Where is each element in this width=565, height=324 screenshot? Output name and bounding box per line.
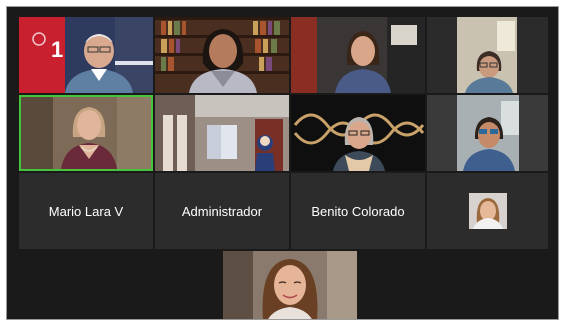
svg-text:1: 1 xyxy=(51,37,63,62)
participant-video-tile-active-speaker[interactable] xyxy=(19,95,153,171)
participant-video-tile[interactable]: 1 xyxy=(19,17,153,93)
participant-name-tile[interactable]: Mario Lara V xyxy=(19,173,153,249)
participant-name: Benito Colorado xyxy=(311,203,405,219)
participant-video-tile[interactable] xyxy=(155,17,289,93)
participant-avatar xyxy=(468,193,507,229)
participant-video-tile[interactable] xyxy=(291,17,425,93)
participant-name-tile[interactable]: Administrador xyxy=(155,173,289,249)
participant-video-tile[interactable] xyxy=(427,17,548,93)
participant-video-tile[interactable] xyxy=(155,95,289,171)
participant-name: Mario Lara V xyxy=(48,203,124,219)
meeting-gallery-window: 1 Mario Lara V Administrador Benito Colo… xyxy=(6,6,559,320)
participant-name-tile[interactable]: Benito Colorado xyxy=(291,173,425,249)
participant-video-tile[interactable] xyxy=(427,95,548,171)
participant-avatar-tile[interactable] xyxy=(427,173,548,249)
participant-video-tile[interactable] xyxy=(223,251,357,319)
participant-video-tile[interactable] xyxy=(291,95,425,171)
participant-name: Administrador xyxy=(181,203,263,219)
